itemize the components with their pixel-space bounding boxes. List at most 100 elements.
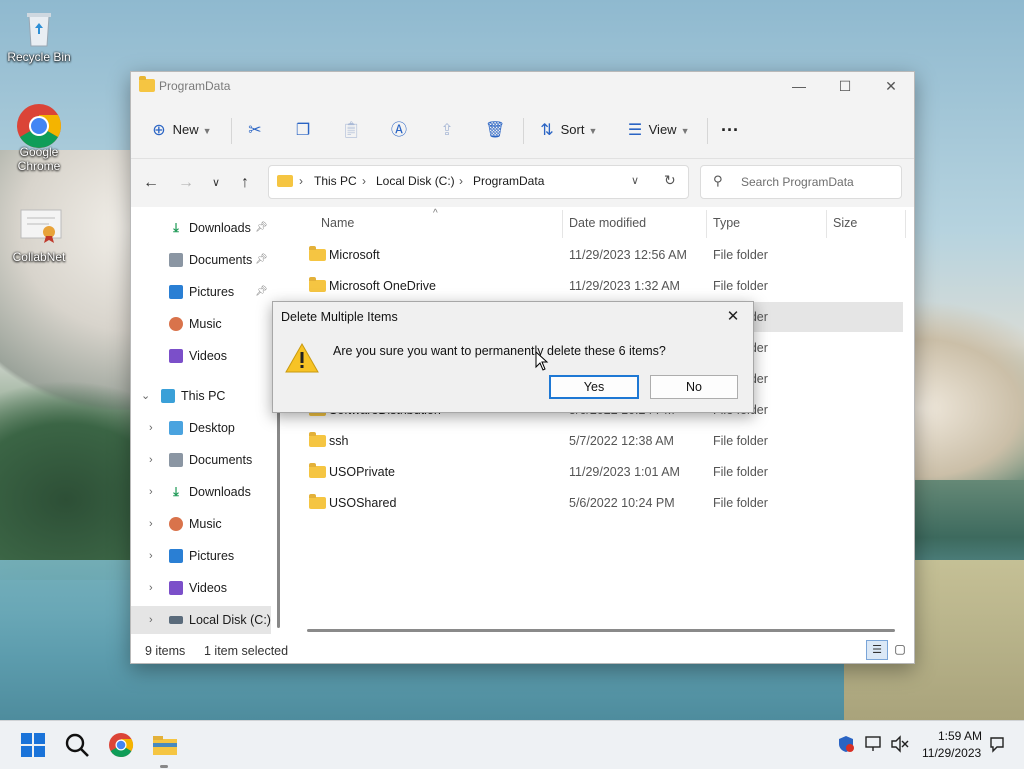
nav-item-music-pc[interactable]: › Music xyxy=(131,510,271,538)
folder-icon xyxy=(309,277,326,292)
desktop-icon-collabnet[interactable]: CollabNet xyxy=(4,208,74,264)
desktop-icon-recycle-bin[interactable]: Recycle Bin xyxy=(4,8,74,64)
breadcrumb-local-disk[interactable]: Local Disk (C:) xyxy=(376,174,455,188)
chevron-down-icon[interactable]: ∨ xyxy=(631,174,639,187)
nav-item-downloads-pc[interactable]: › ⤓ Downloads xyxy=(131,478,271,506)
nav-item-label: Videos xyxy=(189,349,227,363)
breadcrumb-programdata[interactable]: ProgramData xyxy=(473,174,544,188)
notification-icon[interactable] xyxy=(988,735,1006,756)
taskbar-chrome-button[interactable] xyxy=(105,729,137,761)
back-button[interactable]: ← xyxy=(137,171,165,195)
network-icon[interactable] xyxy=(864,735,884,756)
delete-button[interactable]: 🗑︎ xyxy=(485,116,505,144)
file-date: 5/7/2022 12:38 AM xyxy=(569,434,674,448)
nav-item-videos-pc[interactable]: › Videos xyxy=(131,574,271,602)
chevron-right-icon: › xyxy=(149,550,153,562)
search-box[interactable]: ⚲ Search ProgramData xyxy=(700,165,902,199)
nav-item-label: Documents xyxy=(189,453,253,467)
column-divider[interactable] xyxy=(905,210,906,238)
table-row[interactable]: Microsoft OneDrive 11/29/2023 1:32 AM Fi… xyxy=(289,271,903,301)
taskbar-file-explorer-button[interactable] xyxy=(149,729,181,761)
table-row[interactable]: USOShared 5/6/2022 10:24 PM File folder xyxy=(289,488,903,518)
tiles-view-icon[interactable]: ▢ xyxy=(890,640,910,658)
column-divider[interactable] xyxy=(826,210,827,238)
column-header-size[interactable]: Size xyxy=(833,216,857,230)
file-type: File folder xyxy=(713,496,768,510)
sort-button[interactable]: ⇅ Sort ▼ xyxy=(537,116,597,144)
search-input[interactable]: Search ProgramData xyxy=(741,175,854,189)
details-view-icon[interactable]: ☰ xyxy=(866,640,888,660)
title-bar[interactable]: ProgramData — ☐ ✕ xyxy=(131,72,914,102)
nav-item-documents[interactable]: Documents 📌︎ xyxy=(131,246,271,274)
column-divider[interactable] xyxy=(706,210,707,238)
forward-button[interactable]: → xyxy=(172,171,200,195)
column-header-type[interactable]: Type xyxy=(713,216,740,230)
column-divider[interactable] xyxy=(562,210,563,238)
nav-item-music[interactable]: Music xyxy=(131,310,271,338)
breadcrumb-this-pc[interactable]: This PC xyxy=(314,174,357,188)
download-icon: ⤓ xyxy=(173,485,179,499)
no-button[interactable]: No xyxy=(650,375,738,399)
drive-icon xyxy=(169,616,183,624)
search-button[interactable] xyxy=(61,729,93,761)
share-button[interactable]: ⇪ xyxy=(437,116,457,144)
more-options-button[interactable]: ··· xyxy=(721,116,739,144)
paste-button[interactable]: 📋︎ xyxy=(341,116,361,144)
breadcrumb-separator: › xyxy=(362,174,366,188)
yes-button[interactable]: Yes xyxy=(549,375,639,399)
start-button[interactable] xyxy=(17,729,49,761)
clipboard-icon: 📋︎ xyxy=(341,121,362,139)
document-icon xyxy=(169,253,183,267)
sort-label: Sort xyxy=(560,122,585,137)
file-name: USOShared xyxy=(329,496,397,510)
nav-item-videos[interactable]: Videos xyxy=(131,342,271,370)
nav-item-label: Desktop xyxy=(189,421,235,435)
chevron-down-icon: ▼ xyxy=(588,126,598,136)
desktop-icon-google-chrome[interactable]: Google Chrome xyxy=(4,103,74,173)
nav-item-pictures[interactable]: Pictures 📌︎ xyxy=(131,278,271,306)
file-date: 11/29/2023 1:01 AM xyxy=(569,465,680,479)
folder-icon xyxy=(309,463,326,478)
security-shield-icon[interactable] xyxy=(837,735,855,756)
clock-time[interactable]: 1:59 AM xyxy=(938,729,982,743)
nav-item-local-disk[interactable]: › Local Disk (C:) xyxy=(131,606,271,634)
desktop-icon xyxy=(169,421,183,435)
table-row[interactable]: Microsoft 11/29/2023 12:56 AM File folde… xyxy=(289,240,903,270)
volume-muted-icon[interactable] xyxy=(890,735,910,756)
copy-icon: ❐ xyxy=(295,121,311,139)
rename-button[interactable]: Ⓐ xyxy=(389,116,409,144)
close-button[interactable]: ✕ xyxy=(868,72,914,102)
up-button[interactable]: ↑ xyxy=(231,171,259,195)
refresh-icon[interactable]: ↻ xyxy=(664,172,676,189)
nav-item-desktop[interactable]: › Desktop xyxy=(131,414,271,442)
nav-item-this-pc[interactable]: ⌄ This PC xyxy=(131,382,271,410)
table-row[interactable]: ssh 5/7/2022 12:38 AM File folder xyxy=(289,426,903,456)
new-button[interactable]: ⊕ New ▼ xyxy=(149,116,211,144)
chevron-down-icon: ⌄ xyxy=(141,390,151,402)
address-bar[interactable]: › This PC › Local Disk (C:) › ProgramDat… xyxy=(268,165,689,199)
nav-item-pictures-pc[interactable]: › Pictures xyxy=(131,542,271,570)
selection-count: 1 item selected xyxy=(204,644,289,658)
file-type: File folder xyxy=(713,279,768,293)
nav-item-documents-pc[interactable]: › Documents xyxy=(131,446,271,474)
warning-icon xyxy=(285,342,319,377)
chevron-right-icon: › xyxy=(149,518,153,530)
view-button[interactable]: ☰ View ▼ xyxy=(625,116,690,144)
recent-locations-button[interactable]: ∨ xyxy=(202,171,230,195)
copy-button[interactable]: ❐ xyxy=(293,116,313,144)
cut-button[interactable]: ✂ xyxy=(245,116,265,144)
column-header-name[interactable]: Name xyxy=(321,216,354,230)
folder-icon xyxy=(309,494,326,509)
file-name: USOPrivate xyxy=(329,465,395,479)
folder-icon xyxy=(309,246,326,261)
clock-date[interactable]: 11/29/2023 xyxy=(922,746,981,760)
dialog-close-button[interactable]: ✕ xyxy=(719,304,747,330)
table-row[interactable]: USOPrivate 11/29/2023 1:01 AM File folde… xyxy=(289,457,903,487)
maximize-button[interactable]: ☐ xyxy=(822,72,868,102)
minimize-button[interactable]: — xyxy=(776,72,822,102)
nav-item-downloads[interactable]: ⤓ Downloads 📌︎ xyxy=(131,214,271,242)
rename-icon: Ⓐ xyxy=(390,121,407,139)
chevron-right-icon: › xyxy=(149,486,153,498)
horizontal-scrollbar[interactable] xyxy=(307,629,895,632)
column-header-date[interactable]: Date modified xyxy=(569,216,646,230)
